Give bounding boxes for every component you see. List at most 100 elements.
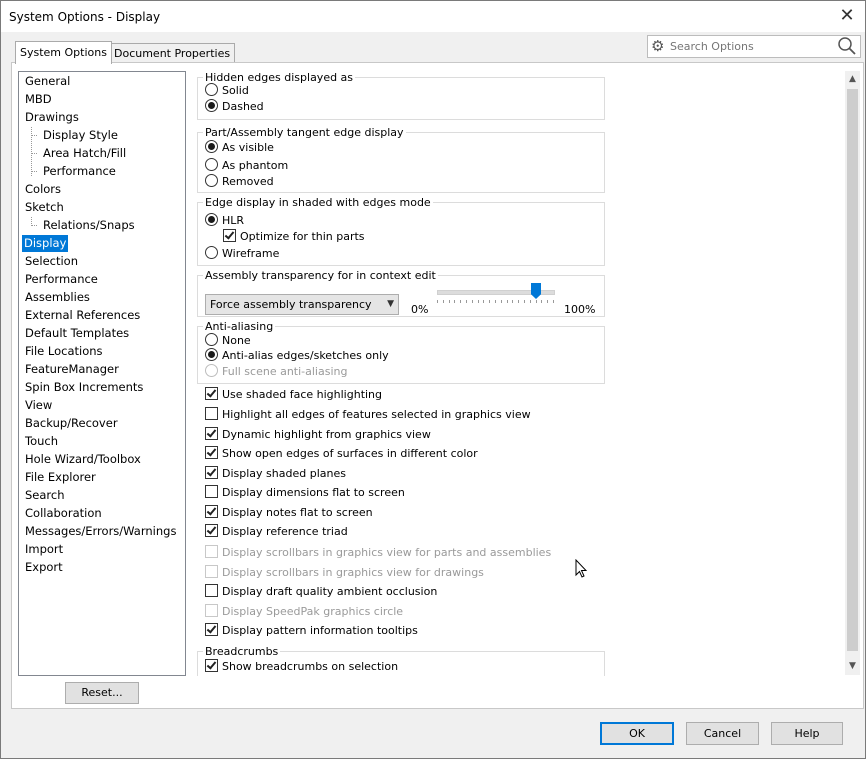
checkbox-show-breadcrumbs[interactable]: Show breadcrumbs on selection	[205, 659, 398, 675]
slider-tick	[454, 300, 455, 303]
vertical-scrollbar[interactable]: ▲ ▼	[845, 71, 860, 675]
tree-item-assemblies[interactable]: Assemblies	[23, 289, 92, 306]
tab-system-options[interactable]: System Options	[15, 41, 112, 64]
search-box[interactable]: ⚙	[647, 35, 861, 58]
tree-item-drawings[interactable]: Drawings	[23, 109, 81, 126]
radio-button[interactable]	[205, 140, 218, 153]
tree-item-messages-errors-warnings[interactable]: Messages/Errors/Warnings	[23, 523, 178, 540]
checkbox-shaded-face-highlighting[interactable]: Use shaded face highlighting	[205, 387, 382, 403]
tree-item-spin-box-increments[interactable]: Spin Box Increments	[23, 379, 145, 396]
reset-button[interactable]: Reset...	[65, 682, 139, 704]
radio-anti-alias-edges[interactable]: Anti-alias edges/sketches only	[205, 348, 389, 364]
radio-none[interactable]: None	[205, 333, 251, 349]
tree-connector	[31, 153, 37, 154]
radio-as-phantom[interactable]: As phantom	[205, 158, 288, 174]
tree-item-sketch[interactable]: Sketch	[23, 199, 66, 216]
checkbox-optimize-thin-parts[interactable]: Optimize for thin parts	[223, 229, 365, 245]
radio-wireframe[interactable]: Wireframe	[205, 246, 279, 262]
tree-item-view[interactable]: View	[23, 397, 54, 414]
tree-item-hole-wizard-toolbox[interactable]: Hole Wizard/Toolbox	[23, 451, 143, 468]
breadcrumbs-title: Breadcrumbs	[203, 645, 281, 658]
tree-item-external-references[interactable]: External References	[23, 307, 142, 324]
tab-document-properties[interactable]: Document Properties	[109, 43, 236, 63]
radio-button[interactable]	[205, 333, 218, 346]
radio-button[interactable]	[205, 158, 218, 171]
tree-item-default-templates[interactable]: Default Templates	[23, 325, 131, 342]
checkbox-dynamic-highlight[interactable]: Dynamic highlight from graphics view	[205, 427, 431, 443]
checkbox-ambient-occlusion[interactable]: Display draft quality ambient occlusion	[205, 584, 437, 600]
radio-dashed[interactable]: Dashed	[205, 99, 264, 115]
gear-icon[interactable]: ⚙	[651, 37, 664, 55]
cancel-button[interactable]: Cancel	[686, 722, 759, 745]
chevron-down-icon[interactable]: ▼	[845, 659, 860, 674]
radio-label: Full scene anti-aliasing	[222, 365, 348, 378]
checkbox[interactable]	[205, 407, 218, 420]
help-button[interactable]: Help	[771, 722, 843, 745]
slider-tick	[466, 300, 467, 303]
chevron-up-icon[interactable]: ▲	[845, 72, 860, 87]
slider-tick	[524, 300, 525, 303]
tree-item-file-explorer[interactable]: File Explorer	[23, 469, 98, 486]
radio-solid[interactable]: Solid	[205, 83, 249, 99]
radio-hlr[interactable]: HLR	[205, 213, 244, 229]
tree-item-search[interactable]: Search	[23, 487, 67, 504]
close-icon[interactable]: ✕	[835, 5, 859, 27]
tree-item-colors[interactable]: Colors	[23, 181, 63, 198]
radio-label: HLR	[222, 214, 245, 227]
tree-item-selection[interactable]: Selection	[23, 253, 80, 270]
radio-button[interactable]	[205, 83, 218, 96]
tree-item-export[interactable]: Export	[23, 559, 65, 576]
tree-item-featuremanager[interactable]: FeatureManager	[23, 361, 121, 378]
checkbox-pattern-tooltips[interactable]: Display pattern information tooltips	[205, 623, 418, 639]
checkbox-label: Display pattern information tooltips	[222, 624, 418, 637]
tree-item-drawings-performance[interactable]: Performance	[41, 163, 118, 180]
radio-button[interactable]	[205, 174, 218, 187]
tree-connector	[31, 171, 37, 172]
slider-tick	[460, 300, 461, 303]
tree-item-backup-recover[interactable]: Backup/Recover	[23, 415, 120, 432]
checkbox[interactable]	[205, 446, 218, 459]
checkbox[interactable]	[205, 485, 218, 498]
checkbox-dimensions-flat[interactable]: Display dimensions flat to screen	[205, 485, 405, 501]
radio-button[interactable]	[205, 213, 218, 226]
checkbox[interactable]	[205, 659, 218, 672]
transparency-dropdown[interactable]: Force assembly transparency ▼	[205, 294, 399, 315]
tree-item-general[interactable]: General	[23, 73, 72, 90]
radio-as-visible[interactable]: As visible	[205, 140, 274, 156]
tree-item-performance[interactable]: Performance	[23, 271, 100, 288]
checkbox[interactable]	[205, 466, 218, 479]
checkbox-open-edges-color[interactable]: Show open edges of surfaces in different…	[205, 446, 478, 462]
tree-item-relations-snaps[interactable]: Relations/Snaps	[41, 217, 137, 234]
checkbox	[205, 604, 218, 617]
ok-button[interactable]: OK	[600, 722, 674, 745]
options-tree: General MBD Drawings Display Style Area …	[18, 71, 186, 676]
tree-item-touch[interactable]: Touch	[23, 433, 60, 450]
tree-item-area-hatch-fill[interactable]: Area Hatch/Fill	[41, 145, 128, 162]
slider-tick	[541, 300, 542, 303]
radio-removed[interactable]: Removed	[205, 174, 274, 190]
scrollbar-thumb[interactable]	[847, 89, 858, 651]
checkbox-reference-triad[interactable]: Display reference triad	[205, 524, 348, 540]
tree-item-import[interactable]: Import	[23, 541, 65, 558]
title-bar: System Options - Display ✕	[1, 1, 865, 32]
tree-item-display[interactable]: Display	[22, 235, 69, 252]
checkbox[interactable]	[205, 524, 218, 537]
search-icon[interactable]	[837, 36, 857, 56]
tree-item-file-locations[interactable]: File Locations	[23, 343, 105, 360]
checkbox[interactable]	[205, 584, 218, 597]
checkbox[interactable]	[205, 623, 218, 636]
checkbox[interactable]	[223, 229, 236, 242]
checkbox-shaded-planes[interactable]: Display shaded planes	[205, 466, 346, 482]
radio-button[interactable]	[205, 348, 218, 361]
tree-item-mbd[interactable]: MBD	[23, 91, 54, 108]
radio-button[interactable]	[205, 246, 218, 259]
checkbox-highlight-all-edges[interactable]: Highlight all edges of features selected…	[205, 407, 531, 423]
tree-item-collaboration[interactable]: Collaboration	[23, 505, 104, 522]
checkbox[interactable]	[205, 427, 218, 440]
checkbox[interactable]	[205, 505, 218, 518]
checkbox-notes-flat[interactable]: Display notes flat to screen	[205, 505, 373, 521]
tree-item-display-style[interactable]: Display Style	[41, 127, 120, 144]
radio-button[interactable]	[205, 99, 218, 112]
search-input[interactable]	[670, 38, 830, 54]
checkbox[interactable]	[205, 387, 218, 400]
